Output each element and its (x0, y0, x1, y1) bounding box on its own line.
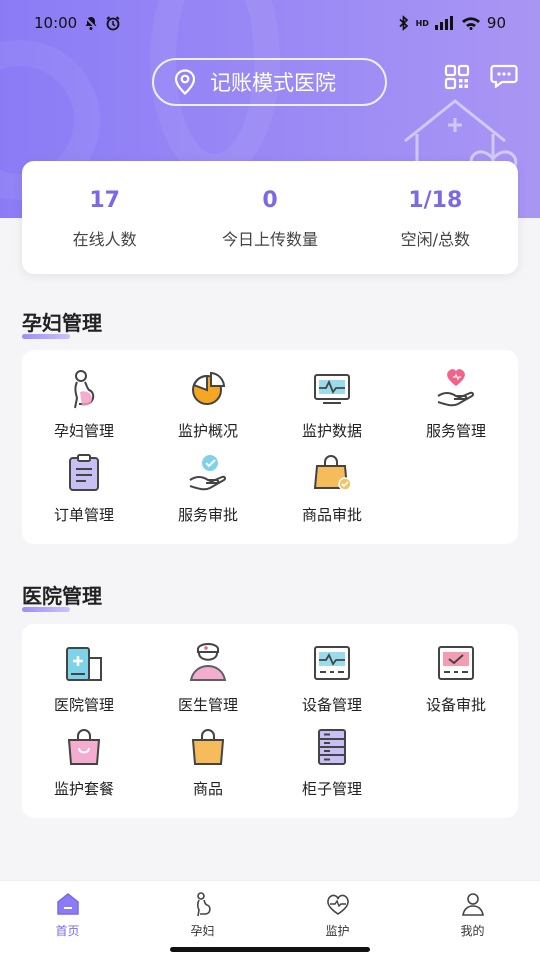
tile-pregnant-management[interactable]: 孕妇管理 (22, 368, 146, 441)
status-bar: 10:00 HD 90 (0, 0, 540, 46)
tile-label: 设备管理 (301, 696, 362, 714)
tile-monitor-overview[interactable]: 监护概况 (146, 368, 270, 441)
cabinet-icon (318, 729, 346, 765)
hospital-grid: 医院管理 医生管理 设备管理 设备审批 监护套餐 商品 柜子管理 (22, 642, 518, 799)
section-title-text: 医院管理 (22, 584, 102, 608)
status-right: HD 90 (398, 14, 506, 32)
stat-online: 17 在线人数 (22, 161, 187, 274)
section-title-maternal: 孕妇管理 (22, 307, 102, 339)
maternal-grid-card: 孕妇管理 监护概况 监护数据 服务管理 订单管理 服务审批 商品审批 (22, 350, 518, 544)
order-list-icon (69, 454, 99, 491)
heartbeat-icon (326, 894, 349, 915)
section-title-text: 孕妇管理 (22, 311, 102, 335)
monitor-data-icon (314, 374, 350, 404)
stat-value: 1/18 (408, 188, 463, 213)
tile-label: 柜子管理 (301, 780, 362, 798)
tile-label: 医生管理 (177, 696, 238, 714)
tile-label: 孕妇管理 (53, 422, 114, 440)
tile-label: 监护套餐 (53, 780, 114, 798)
hospital-grid-card: 医院管理 医生管理 设备管理 设备审批 监护套餐 商品 柜子管理 (22, 624, 518, 818)
tile-label: 监护数据 (301, 422, 362, 440)
tile-label: 商品 (192, 780, 223, 798)
shopping-bag-icon (191, 729, 225, 765)
gift-bag-icon (67, 729, 101, 765)
tile-doctor-management[interactable]: 医生管理 (146, 642, 270, 715)
tile-service-approval[interactable]: 服务审批 (146, 452, 270, 525)
mute-bell-icon (84, 16, 98, 30)
home-icon (56, 893, 79, 915)
network-tag: HD (415, 18, 429, 28)
pregnant-woman-icon (74, 370, 95, 409)
bag-check-icon (313, 455, 352, 491)
tile-device-management[interactable]: 设备管理 (270, 642, 394, 715)
qr-scan-icon[interactable] (444, 64, 470, 90)
doctor-icon (189, 643, 227, 681)
section-title-hospital: 医院管理 (22, 580, 102, 612)
stat-uploads-today: 0 今日上传数量 (187, 161, 352, 274)
tile-order-management[interactable]: 订单管理 (22, 452, 146, 525)
tile-label: 设备审批 (425, 696, 486, 714)
tile-monitor-data[interactable]: 监护数据 (270, 368, 394, 441)
tile-products[interactable]: 商品 (146, 726, 270, 799)
hospital-name: 记账模式医院 (210, 71, 336, 95)
tile-label: 商品审批 (301, 506, 362, 524)
stat-label: 空闲/总数 (400, 230, 471, 249)
hand-heart-icon (437, 369, 475, 407)
tile-monitor-package[interactable]: 监护套餐 (22, 726, 146, 799)
battery-level: 90 (486, 14, 506, 32)
alarm-icon (106, 16, 120, 31)
tile-device-approval[interactable]: 设备审批 (394, 642, 518, 715)
tab-profile[interactable]: 我的 (405, 881, 540, 960)
tile-label: 监护概况 (177, 422, 238, 440)
location-pin-icon (174, 69, 196, 95)
device-monitor-icon (314, 646, 350, 680)
tile-label: 服务管理 (425, 422, 486, 440)
status-left: 10:00 (34, 14, 121, 32)
tile-label: 订单管理 (53, 506, 114, 524)
tile-product-approval[interactable]: 商品审批 (270, 452, 394, 525)
stat-label: 在线人数 (72, 230, 137, 249)
status-time: 10:00 (34, 14, 78, 32)
tile-hospital-management[interactable]: 医院管理 (22, 642, 146, 715)
stat-value: 0 (262, 188, 278, 213)
tile-label: 服务审批 (177, 506, 238, 524)
tab-label: 首页 (55, 924, 80, 938)
user-icon (461, 893, 484, 916)
tab-label: 我的 (460, 924, 485, 938)
stat-label: 今日上传数量 (221, 230, 318, 249)
home-indicator[interactable] (170, 947, 370, 952)
stats-card: 17 在线人数 0 今日上传数量 1/18 空闲/总数 (22, 161, 518, 274)
message-icon[interactable] (490, 64, 518, 88)
device-check-icon (438, 646, 474, 680)
signal-icon (434, 16, 453, 30)
pregnant-icon (196, 892, 211, 917)
wifi-icon (461, 17, 480, 30)
maternal-grid: 孕妇管理 监护概况 监护数据 服务管理 订单管理 服务审批 商品审批 (22, 368, 518, 525)
bluetooth-icon (398, 15, 408, 31)
tab-label: 监护 (325, 924, 350, 938)
tab-label: 孕妇 (190, 924, 215, 938)
tab-home[interactable]: 首页 (0, 881, 135, 960)
stat-idle-total: 1/18 空闲/总数 (353, 161, 518, 274)
tile-label: 医院管理 (53, 696, 114, 714)
stat-value: 17 (89, 188, 120, 213)
hospital-selector-button[interactable]: 记账模式医院 (152, 58, 387, 106)
hospital-building-icon (66, 647, 102, 681)
pie-chart-icon (192, 371, 226, 405)
hand-check-icon (189, 455, 227, 491)
tile-service-management[interactable]: 服务管理 (394, 368, 518, 441)
tile-cabinet-management[interactable]: 柜子管理 (270, 726, 394, 799)
